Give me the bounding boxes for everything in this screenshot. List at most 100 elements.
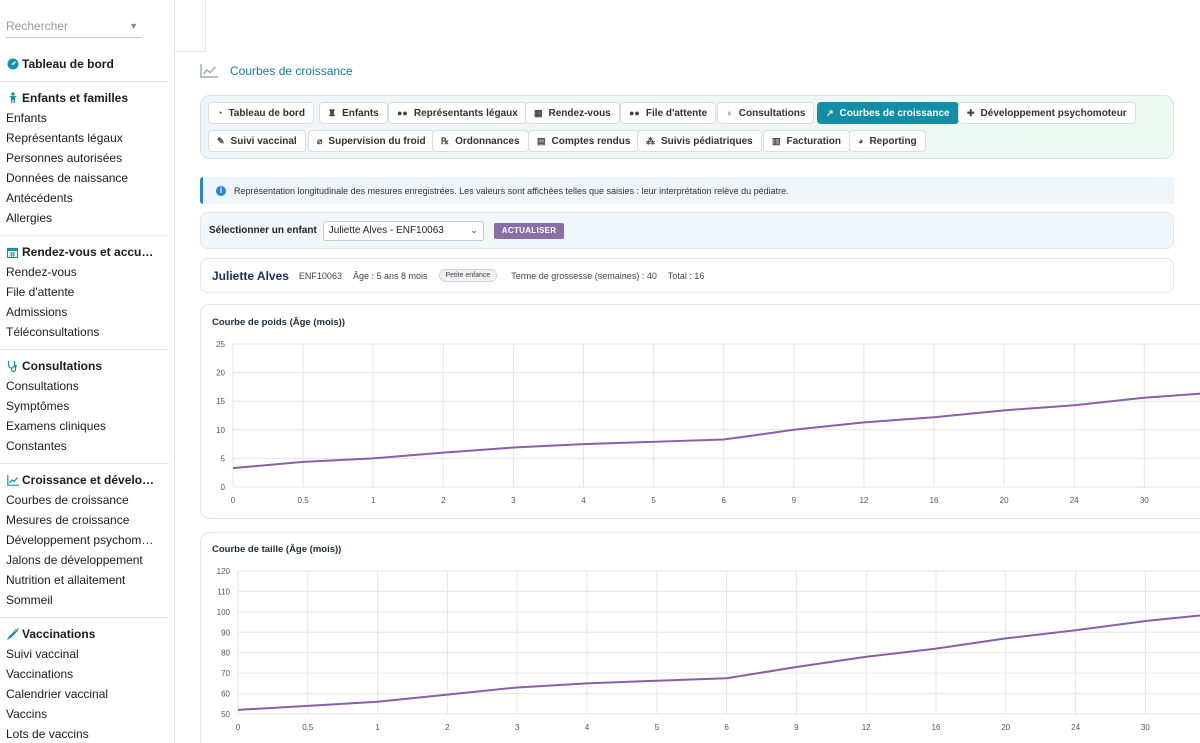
sidebar-item-examens-cliniques[interactable]: Examens cliniques	[0, 416, 169, 436]
tab-facturation[interactable]: ▥ Facturation	[763, 130, 850, 152]
page-title-text: Courbes de croissance	[230, 64, 353, 78]
x-tick-label: 3	[511, 496, 516, 505]
x-tick-label: 12	[862, 723, 871, 732]
sidebar-item-personnes-autorisees[interactable]: Personnes autorisées	[0, 148, 169, 168]
tab-courbes-de-croissance[interactable]: ↗ Courbes de croissance	[817, 102, 959, 124]
chevron-down-icon[interactable]: ▼	[129, 14, 138, 38]
prescription-icon: ℞	[441, 135, 450, 146]
x-tick-label: 30	[1141, 723, 1150, 732]
weight-chart: 05101520250 0.5 1 2 3 4 5 6 9 12 16 20 24 30	[216, 340, 1200, 505]
sidebar-item-consultations[interactable]: Consultations	[0, 376, 169, 396]
tab-comptes-rendus[interactable]: ▤ Comptes rendus	[528, 130, 640, 152]
gauge-icon	[6, 58, 19, 71]
tab-tableau-de-bord[interactable]: ◔ Tableau de bord	[208, 102, 314, 124]
tab-suivi-vaccinal[interactable]: ✎ Suivi vaccinal	[208, 130, 306, 152]
tab-file-d-attente[interactable]: ●● File d'attente	[620, 102, 717, 124]
x-tick-label: 24	[1070, 496, 1079, 505]
tab-label: Tableau de bord	[228, 107, 305, 119]
tab-rendez-vous[interactable]: ▦ Rendez-vous	[525, 102, 620, 124]
sidebar-section-title: Croissance et dévelo…	[22, 473, 155, 487]
sidebar-item-constantes[interactable]: Constantes	[0, 436, 169, 456]
sidebar-item-developpement-psychomoteur[interactable]: Développement psychom…	[0, 530, 169, 550]
sidebar-item-jalons-de-developpement[interactable]: Jalons de développement	[0, 550, 169, 570]
sidebar-item-sommeil[interactable]: Sommeil	[0, 590, 169, 610]
y-tick-label: 70	[221, 669, 230, 678]
divider	[0, 617, 169, 618]
sidebar-item-file-d-attente[interactable]: File d'attente	[0, 282, 169, 302]
sidebar-item-lots-de-vaccins[interactable]: Lots de vaccins	[0, 724, 169, 743]
sidebar-item-tableau-de-bord[interactable]: Tableau de bord	[0, 54, 169, 74]
sidebar-section-header[interactable]: Enfants et familles	[0, 88, 169, 108]
sidebar-item-nutrition-et-allaitement[interactable]: Nutrition et allaitement	[0, 570, 169, 590]
sidebar-section-enfants: Enfants et familles Enfants Représentant…	[0, 88, 169, 228]
pie-chart-icon: ◕	[858, 136, 864, 146]
sidebar-section-header[interactable]: Consultations	[0, 356, 169, 376]
tab-enfants[interactable]: ♜ Enfants	[319, 102, 388, 124]
sidebar-item-rendez-vous[interactable]: Rendez-vous	[0, 262, 169, 282]
y-tick-label: 0	[221, 483, 226, 492]
series-line	[232, 392, 1200, 470]
chevron-down-icon: ⌄	[470, 224, 478, 235]
child-select-value: Juliette Alves - ENF10063	[328, 225, 444, 236]
sidebar-item-antecedents[interactable]: Antécédents	[0, 188, 169, 208]
divider	[0, 349, 169, 350]
tab-developpement-psychomoteur[interactable]: ✚ Développement psychomoteur	[958, 102, 1136, 124]
x-tick-label: 4	[581, 496, 586, 505]
tab-label: Consultations	[738, 107, 806, 119]
child-select[interactable]: Juliette Alves - ENF10063 ⌄	[322, 220, 484, 241]
refresh-button[interactable]: ACTUALISER	[493, 222, 565, 239]
child-age: Âge : 5 ans 8 mois	[352, 270, 428, 281]
sidebar-item-courbes-de-croissance[interactable]: Courbes de croissance	[0, 490, 169, 510]
tab-suivis-pediatriques[interactable]: ⁂ Suivis pédiatriques	[637, 130, 762, 152]
sidebar-section-dashboard: Tableau de bord	[0, 54, 169, 74]
child-selector-panel: Sélectionner un enfant Juliette Alves - …	[200, 212, 1174, 249]
tab-label: Rendez-vous	[548, 107, 611, 119]
height-chart: 50607080901001101200 0.5 1 2 3 4 5 6 9 12 16 20 24 30	[217, 567, 1200, 732]
tab-ordonnances[interactable]: ℞ Ordonnances	[432, 130, 529, 152]
status-badge: Petite enfance	[438, 269, 498, 282]
y-tick-label: 20	[216, 369, 225, 378]
invoice-icon: ▥	[772, 135, 781, 146]
tab-label: Suivis pédiatriques	[661, 135, 753, 147]
sidebar-item-mesures-de-croissance[interactable]: Mesures de croissance	[0, 510, 169, 530]
module-tabs: ◔ Tableau de bord ♜ Enfants ●● Représentant…	[200, 95, 1174, 159]
sidebar-item-suivi-vaccinal[interactable]: Suivi vaccinal	[0, 644, 169, 664]
sidebar-section-header[interactable]: Vaccinations	[0, 624, 169, 644]
sidebar-item-calendrier-vaccinal[interactable]: Calendrier vaccinal	[0, 684, 169, 704]
stethoscope-icon: ♁	[726, 108, 733, 118]
sidebar-item-representants-legaux[interactable]: Représentants légaux	[0, 128, 169, 148]
sidebar-item-enfants[interactable]: Enfants	[0, 108, 169, 128]
tab-label: Représentants légaux	[413, 107, 518, 119]
search-input[interactable]: Rechercher ▼	[6, 14, 142, 38]
file-icon: ▤	[537, 135, 546, 146]
sidebar-item-allergies[interactable]: Allergies	[0, 208, 169, 228]
sidebar-item-vaccinations[interactable]: Vaccinations	[0, 664, 169, 684]
child-term: Terme de grossesse (semaines) : 40	[511, 270, 657, 281]
divider	[0, 81, 169, 82]
child-selector-label: Sélectionner un enfant	[209, 225, 317, 236]
tab-supervision-du-froid[interactable]: ⌀ Supervision du froid	[308, 130, 435, 152]
sidebar-item-vaccins[interactable]: Vaccins	[0, 704, 169, 724]
y-tick-label: 5	[221, 454, 226, 463]
sidebar-section-title: Tableau de bord	[22, 57, 114, 71]
child-code: ENF10063	[298, 270, 342, 281]
tab-representants-legaux[interactable]: ●● Représentants légaux	[388, 102, 527, 124]
page-title: Courbes de croissance	[200, 64, 353, 78]
users-icon: ●●	[397, 108, 408, 118]
tab-reporting[interactable]: ◕ Reporting	[849, 130, 926, 152]
sidebar-section-title: Vaccinations	[22, 627, 96, 641]
users-icon: ●●	[629, 108, 640, 118]
sidebar-item-donnees-de-naissance[interactable]: Données de naissance	[0, 168, 169, 188]
sidebar-section-rendez-vous: Rendez-vous et accu… Rendez-vous File d'…	[0, 242, 169, 342]
sidebar-item-symptomes[interactable]: Symptômes	[0, 396, 169, 416]
sidebar-item-teleconsultations[interactable]: Téléconsultations	[0, 322, 169, 342]
x-tick-label: 30	[1140, 496, 1149, 505]
sidebar-item-admissions[interactable]: Admissions	[0, 302, 169, 322]
tab-label: File d'attente	[645, 107, 708, 119]
x-tick-label: 20	[1001, 723, 1010, 732]
puzzle-icon: ✚	[967, 107, 975, 118]
sidebar-section-header[interactable]: Rendez-vous et accu…	[0, 242, 169, 262]
sidebar-section-header[interactable]: Croissance et dévelo…	[0, 470, 169, 490]
tab-consultations[interactable]: ♁ Consultations	[717, 102, 815, 124]
tab-label: Facturation	[786, 135, 841, 147]
